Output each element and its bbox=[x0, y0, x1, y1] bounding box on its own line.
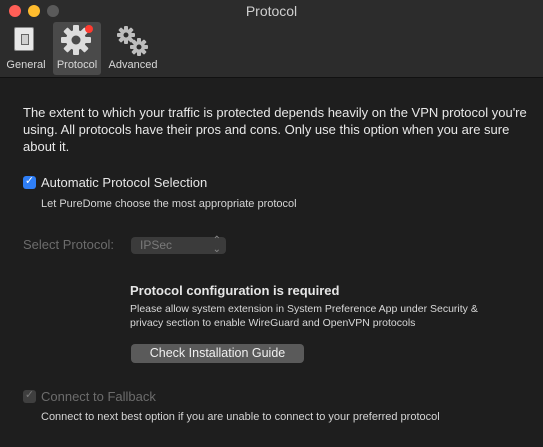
gear-icon bbox=[61, 25, 93, 55]
checkmark-icon: ✓ bbox=[24, 175, 35, 187]
auto-protocol-label[interactable]: Automatic Protocol Selection bbox=[41, 175, 207, 190]
fallback-help: Connect to next best option if you are u… bbox=[41, 411, 440, 423]
check-installation-guide-button[interactable]: Check Installation Guide bbox=[131, 344, 304, 363]
updown-chevron-icon: ⌃ ⌄ bbox=[212, 235, 221, 255]
title-bar: Protocol General Protocol Advanced bbox=[0, 0, 543, 78]
tab-advanced[interactable]: Advanced bbox=[104, 22, 162, 75]
tab-general[interactable]: General bbox=[2, 22, 50, 75]
auto-protocol-checkbox[interactable]: ✓ bbox=[23, 175, 36, 189]
checkmark-icon: ✓ bbox=[24, 389, 35, 401]
fallback-checkbox[interactable]: ✓ bbox=[23, 389, 36, 403]
fallback-label[interactable]: Connect to Fallback bbox=[41, 389, 156, 404]
tab-protocol-label: Protocol bbox=[56, 59, 98, 71]
protocol-select[interactable]: IPSec ⌃ ⌄ bbox=[131, 235, 226, 255]
tab-general-label: General bbox=[6, 59, 46, 71]
window-title: Protocol bbox=[245, 3, 298, 19]
protocol-description: The extent to which your traffic is prot… bbox=[23, 105, 527, 154]
config-required-title: Protocol configuration is required bbox=[130, 283, 340, 298]
protocol-select-value: IPSec bbox=[140, 238, 173, 252]
auto-protocol-help: Let PureDome choose the most appropriate… bbox=[41, 198, 297, 210]
gears-icon bbox=[117, 26, 148, 56]
tab-advanced-label: Advanced bbox=[108, 59, 158, 71]
config-required-body: Please allow system extension in System … bbox=[130, 303, 478, 329]
notification-badge bbox=[85, 25, 93, 33]
select-protocol-label: Select Protocol: bbox=[23, 237, 115, 252]
tab-protocol[interactable]: Protocol bbox=[53, 22, 101, 75]
switch-icon bbox=[14, 27, 34, 51]
